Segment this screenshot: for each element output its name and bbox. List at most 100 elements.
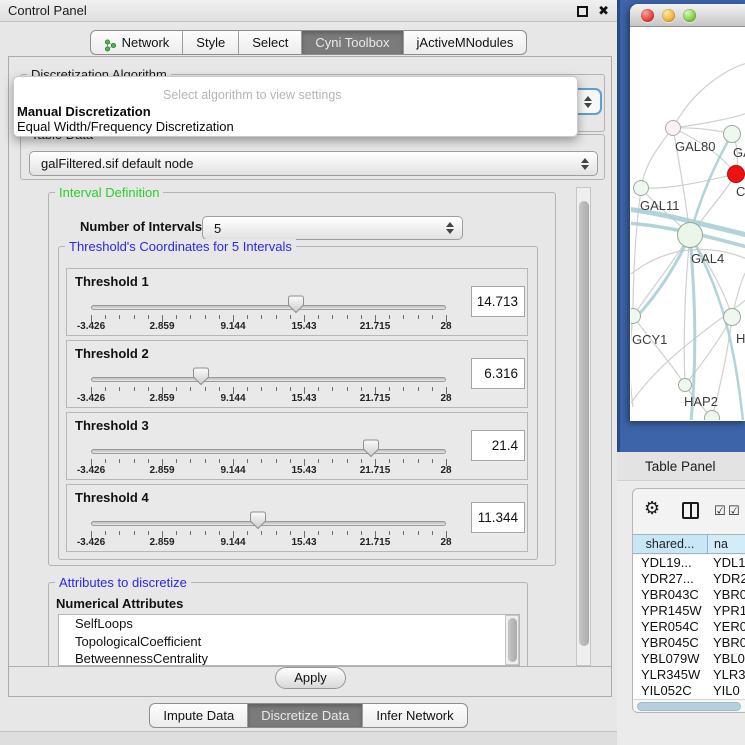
tick-mark [418,459,419,463]
network-node-selected[interactable] [727,165,745,183]
network-canvas[interactable]: GAL80GAGAL11CGAL4GCY1HHAP2 [631,27,745,420]
network-view-window[interactable]: GAL80GAGAL11CGAL4GCY1HHAP2 [630,4,745,421]
dropdown-hint: Select algorithm to view settings [163,88,342,102]
tick-mark [332,387,333,391]
gear-icon[interactable]: ⚙ [644,499,660,517]
close-traffic-light[interactable] [641,9,654,22]
node-label: H [736,331,745,346]
table-row[interactable]: YDR27...YDR2 [633,571,745,587]
apply-button[interactable]: Apply [275,667,346,689]
tick-mark [318,531,319,535]
table-data-combo[interactable]: galFiltered.sif default node [29,151,598,176]
tab-select[interactable]: Select [238,30,301,55]
threshold-value-field[interactable]: 21.4 [471,430,525,461]
tick-mark [261,531,262,535]
scrollbar-thumb[interactable] [508,618,517,662]
panel-vertical-scrollbar[interactable] [576,187,591,666]
tab-jactivemnodules[interactable]: jActiveMNodules [403,30,528,55]
table-row[interactable]: YIL052CYIL0 [633,683,745,699]
slider-track[interactable] [91,521,446,526]
tick-mark [247,459,248,463]
minimize-traffic-light[interactable] [662,9,675,22]
tick-mark [134,459,135,463]
tab-style[interactable]: Style [182,30,238,55]
list-item[interactable]: TopologicalCoefficient [59,633,519,651]
table-row[interactable]: YBR045CYBR0 [633,635,745,651]
tick-mark [361,315,362,319]
checkbox-icon[interactable]: ☑ [728,504,740,517]
tick-mark [389,387,390,391]
tick-mark [148,459,149,463]
cell: YER054C [633,619,708,635]
list-item[interactable]: BetweennessCentrality [59,650,519,666]
numerical-attributes-list[interactable]: SelfLoopsTopologicalCoefficientBetweenne… [58,614,520,666]
threshold-value-field[interactable]: 14.713 [471,286,525,317]
node-label: GCY1 [632,332,667,347]
threshold-value-field[interactable]: 11.344 [471,502,525,533]
table-row[interactable]: YER054CYER0 [633,619,745,635]
table-row[interactable]: YDL19...YDL1 [633,555,745,571]
slider-thumb[interactable] [193,367,209,386]
table-row[interactable]: YBL079WYBL0 [633,651,745,667]
tick-mark [347,315,348,319]
threshold-value-field[interactable]: 6.316 [471,358,525,389]
slider-track[interactable] [91,377,446,382]
table-row[interactable]: YPR145WYPR1 [633,603,745,619]
list-item[interactable]: SelfLoops [59,615,519,633]
slider-track[interactable] [91,449,446,454]
tick-label: 28 [440,393,451,404]
network-window-titlebar[interactable] [630,4,745,27]
slider-thumb[interactable] [250,511,266,530]
column-header[interactable]: na [708,535,745,553]
tick-mark [403,459,404,463]
tab-discretize-data[interactable]: Discretize Data [247,703,362,728]
tick-mark [205,387,206,391]
list-scrollbar[interactable] [505,615,519,665]
tick-label: 15.43 [291,537,316,548]
tick-mark [247,531,248,535]
network-node[interactable] [723,125,741,143]
tick-label: 15.43 [291,393,316,404]
close-icon[interactable]: ✖ [598,3,609,19]
algorithm-menu-item[interactable]: Equal Width/Frequency Discretization [17,119,234,134]
tab-label: Discretize Data [261,704,349,728]
algorithm-menu-item[interactable]: Manual Discretization [17,104,151,119]
float-window-icon[interactable] [577,6,588,17]
tick-label: 2.859 [149,321,174,332]
numerical-attributes-label: Numerical Attributes [56,596,183,611]
tick-mark [134,315,135,319]
checkbox-icon[interactable]: ☑ [714,504,726,517]
tab-label: Select [252,31,288,55]
stepper-arrows-icon[interactable] [584,96,592,108]
column-header[interactable]: shared... [633,535,708,553]
show-columns-icon[interactable] [682,502,699,519]
table-row[interactable]: YBR043CYBR0 [633,587,745,603]
tab-cyni-toolbox[interactable]: Cyni Toolbox [301,30,402,55]
threshold-panel: Threshold 1-3.4262.8599.14415.4321.71528… [66,268,528,336]
tick-mark [219,315,220,319]
horizontal-scrollbar[interactable] [634,699,745,711]
tab-network[interactable]: Network [90,30,183,55]
cell: YBR0 [708,635,745,651]
tick-label: -3.426 [77,393,105,404]
network-node[interactable] [723,308,741,326]
num-intervals-combo[interactable]: 5 [202,216,463,240]
slider-thumb[interactable] [288,295,304,314]
scrollbar-thumb[interactable] [579,201,589,646]
group-title: Attributes to discretize [55,575,191,590]
tick-label: 28 [440,465,451,476]
table-row[interactable]: YLR345WYLR3 [633,667,745,683]
zoom-traffic-light[interactable] [683,9,696,22]
tick-mark [105,459,106,463]
network-node[interactable] [633,180,649,196]
tab-infer-network[interactable]: Infer Network [362,703,467,728]
scrollbar-thumb[interactable] [637,702,741,711]
slider-thumb[interactable] [363,439,379,458]
network-node[interactable] [677,222,703,248]
tab-impute-data[interactable]: Impute Data [149,703,247,728]
network-node[interactable] [704,410,720,420]
tick-mark [347,387,348,391]
network-node[interactable] [678,378,692,392]
network-node[interactable] [665,120,681,136]
slider-track[interactable] [91,305,446,310]
